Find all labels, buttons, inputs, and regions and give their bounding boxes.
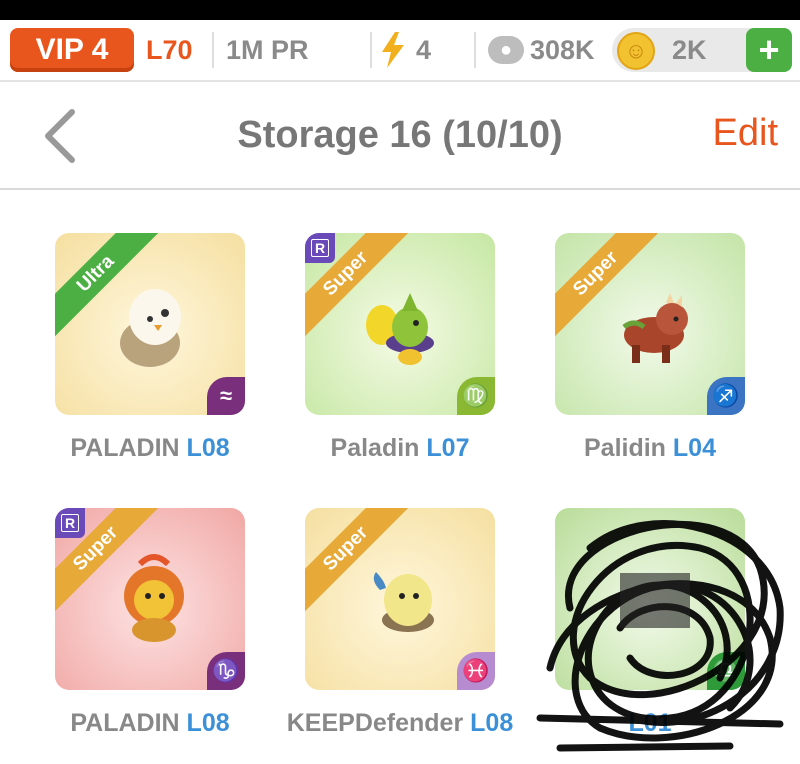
creature-name: KEEPDefender (286, 709, 471, 737)
zodiac-aquarius-icon: ≈ (207, 377, 245, 415)
creature-chick-icon (373, 572, 434, 632)
creature-owl-icon (120, 289, 181, 367)
creature-level: L08 (470, 709, 514, 737)
lightning-icon (382, 32, 404, 68)
divider (474, 32, 476, 68)
pr-value: 1M PR (226, 34, 309, 65)
zodiac-virgo-icon: ♍ (457, 377, 495, 415)
screen-top-bezel (0, 0, 800, 20)
paw-value: 308K (530, 34, 595, 65)
page-title: Storage 16 (10/10) (237, 114, 563, 156)
vip-badge[interactable]: VIP 4 (10, 28, 134, 72)
coin-value: 2K (672, 34, 707, 65)
divider (370, 32, 372, 68)
zodiac-pisces-icon: ♓ (457, 652, 495, 690)
edit-button[interactable]: Edit (713, 112, 778, 155)
creature-level: L08 (186, 434, 230, 462)
add-coins-button[interactable]: + (746, 28, 792, 72)
navigation-bar: Storage 16 (10/10) Edit (0, 84, 800, 190)
creature-label: KEEPDefender L08 (275, 709, 525, 738)
creature-name: PALADIN (70, 709, 187, 737)
creature-name: Palidin (584, 434, 673, 462)
divider (212, 32, 214, 68)
zodiac-sagittarius-icon: ♐ (707, 377, 745, 415)
creature-label: PALADIN L08 (25, 434, 275, 463)
reborn-badge: R (55, 508, 85, 538)
creature-card[interactable]: Ultra ≈ (55, 233, 245, 415)
creature-card[interactable]: Super ♐ (555, 233, 745, 415)
creature-card[interactable]: Super R ♍ (305, 233, 495, 415)
creature-sprout-icon (366, 293, 434, 365)
energy-stat: 4 (380, 32, 431, 68)
creature-card[interactable]: Super R ♑ (55, 508, 245, 690)
creature-label: Paladin L07 (275, 434, 525, 463)
energy-value: 4 (416, 34, 432, 65)
coin-icon: ☺ (617, 32, 655, 70)
creature-label: Palidin L04 (525, 434, 775, 463)
creature-level: L08 (186, 709, 230, 737)
creature-lion-icon (124, 554, 184, 642)
reborn-badge: R (305, 233, 335, 263)
paw-stat: ● 308K (488, 32, 595, 68)
creature-level: L04 (672, 434, 716, 462)
creature-label: PALADIN L08 (25, 709, 275, 738)
scribble-overlay (536, 520, 784, 752)
player-level: L70 (146, 34, 193, 65)
resource-bar: VIP 4 L70 1M PR 4 ● 308K ☺ 2K + (0, 20, 800, 82)
paw-icon: ● (488, 36, 524, 64)
creature-name: Paladin (330, 434, 427, 462)
creature-level: L07 (426, 434, 470, 462)
creature-boar-icon (622, 293, 688, 363)
zodiac-capricorn-icon: ♑ (207, 652, 245, 690)
creature-name: PALADIN (70, 434, 187, 462)
creature-card[interactable]: Super ♓ (305, 508, 495, 690)
